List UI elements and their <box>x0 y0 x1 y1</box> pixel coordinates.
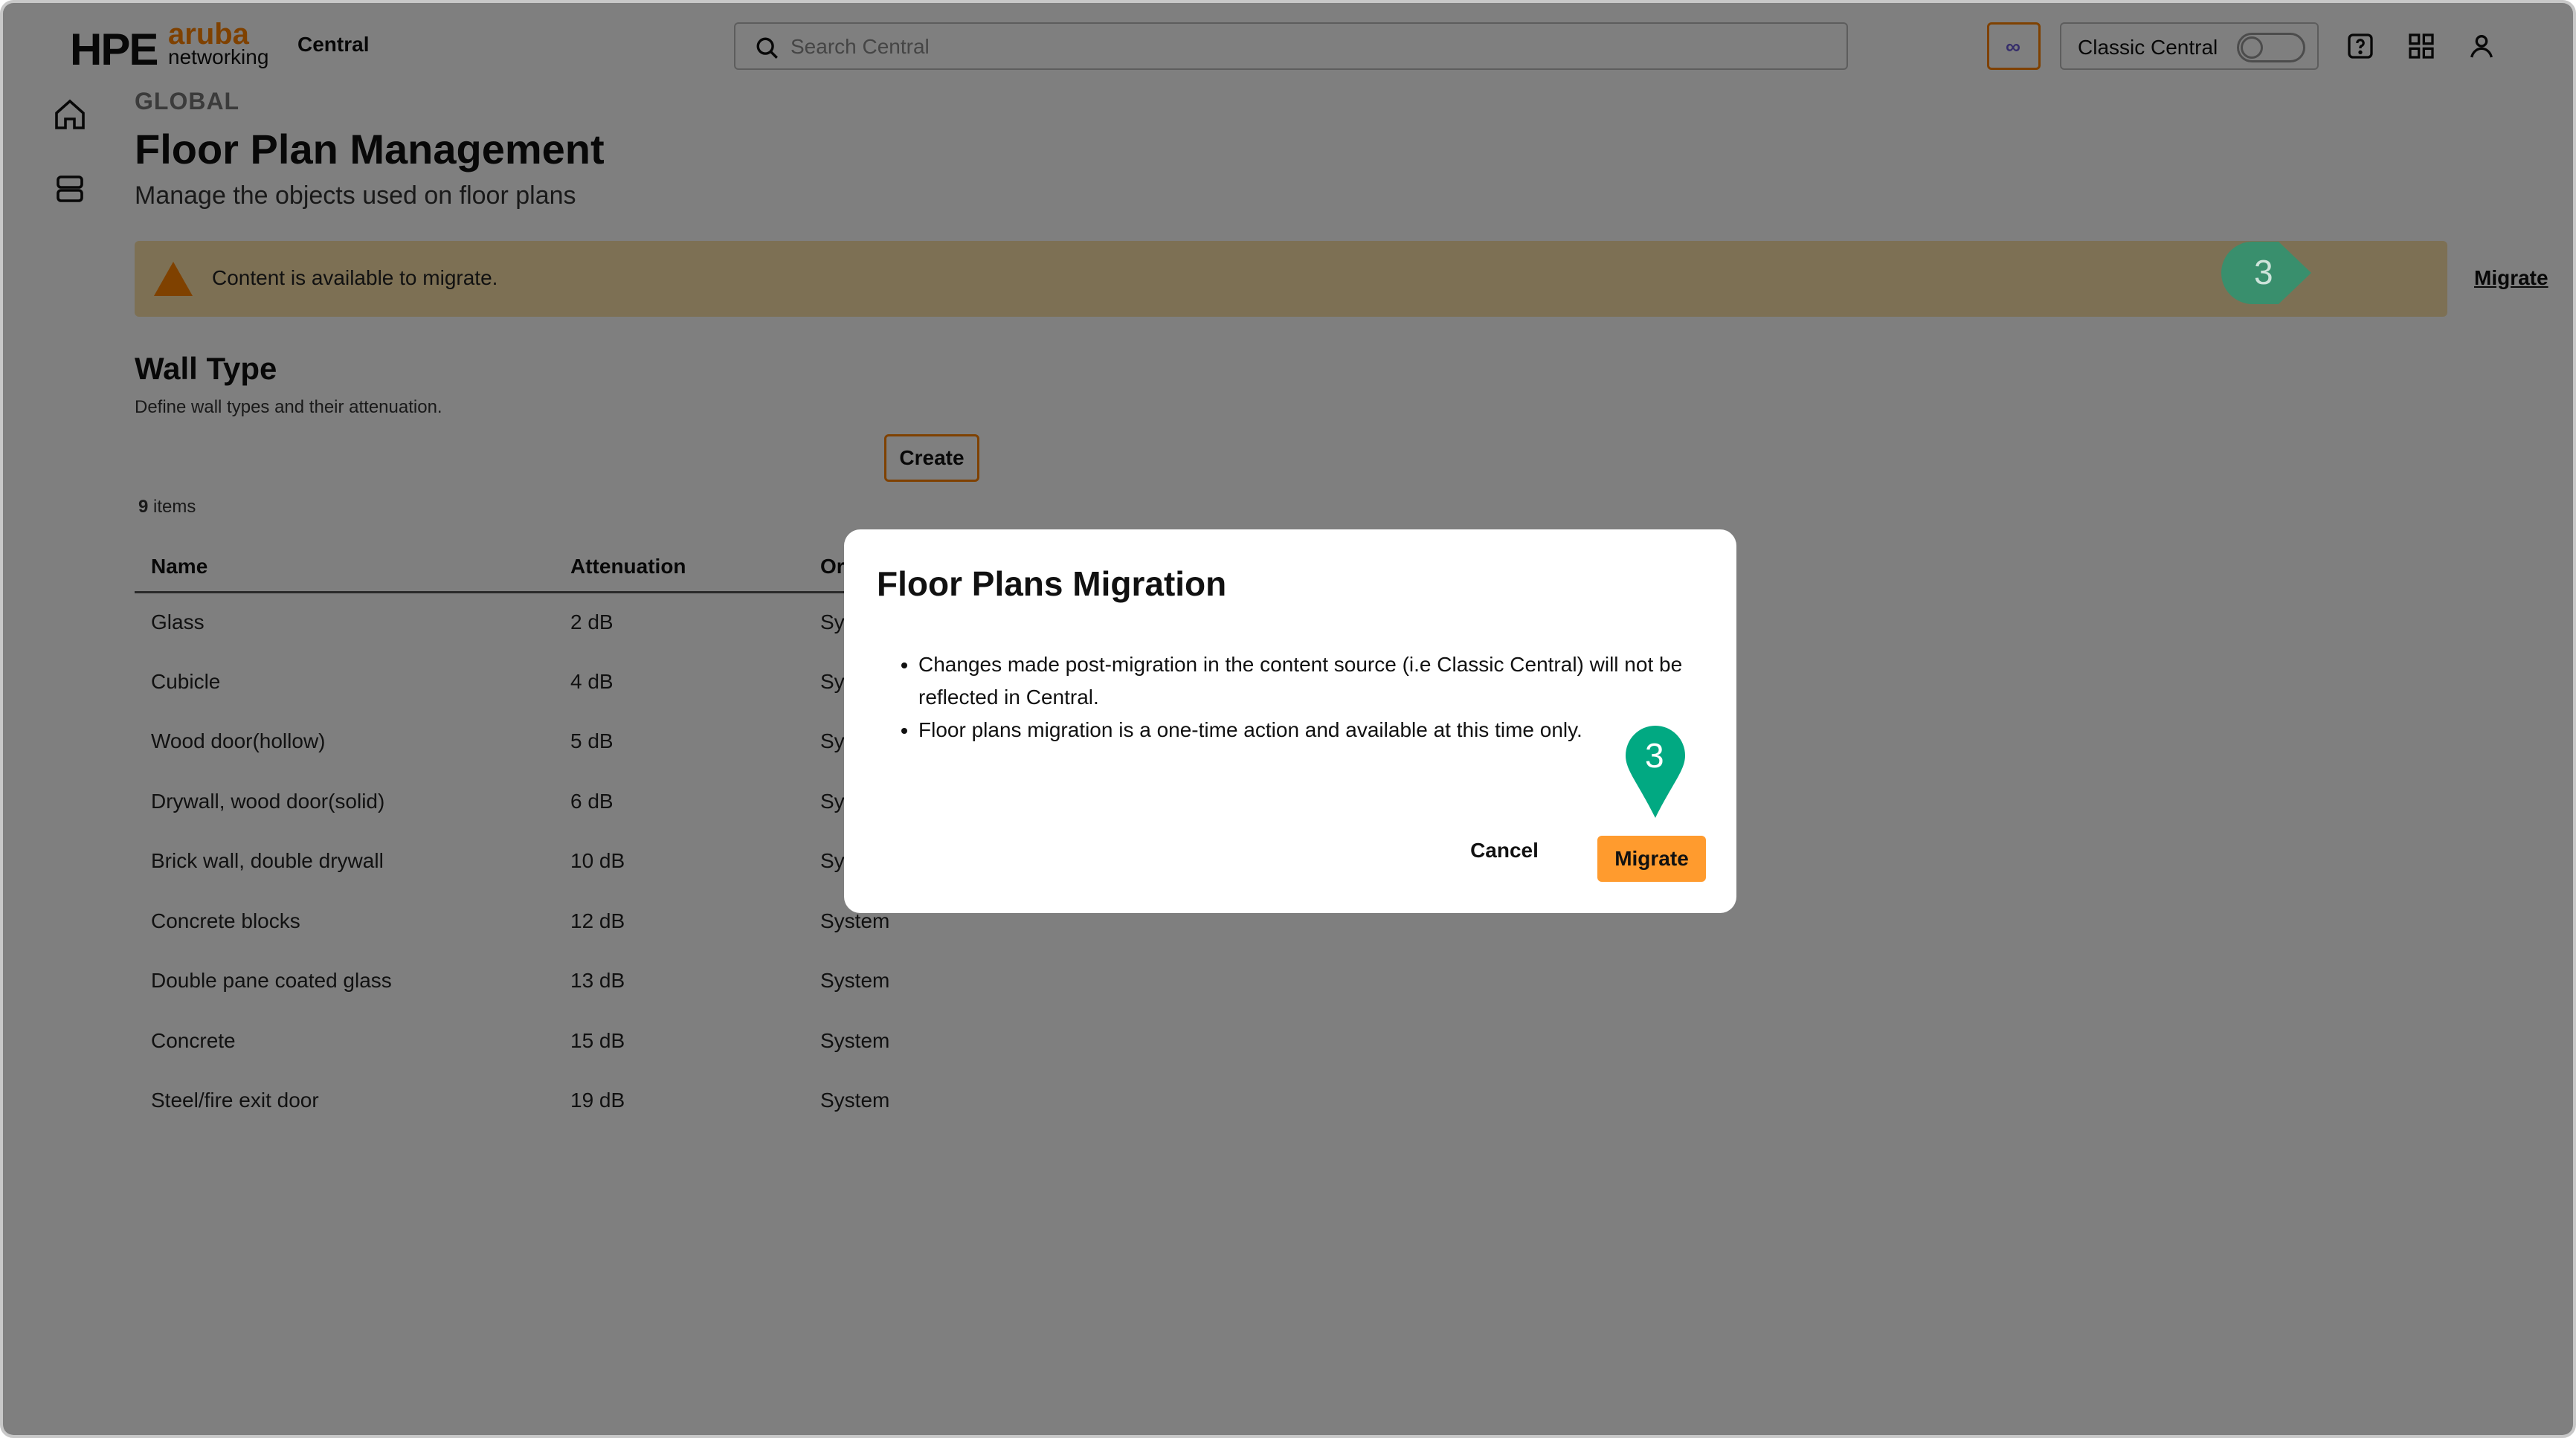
migrate-button[interactable]: Migrate <box>1597 836 1706 882</box>
dialog-bullet: Floor plans migration is a one-time acti… <box>918 714 1707 747</box>
pin-callout-number: 3 <box>1645 736 1664 775</box>
dialog-bullet: Changes made post-migration in the conte… <box>918 648 1707 714</box>
step-callout-pin: 3 <box>1626 726 1685 818</box>
banner-callout-number: 3 <box>2254 253 2273 291</box>
dialog-bullet-list: Changes made post-migration in the conte… <box>896 648 1707 747</box>
migration-dialog: Floor Plans Migration Changes made post-… <box>844 529 1736 913</box>
step-callout-arrow: 3 <box>2221 242 2311 304</box>
cancel-button[interactable]: Cancel <box>1469 834 1540 867</box>
dialog-title: Floor Plans Migration <box>877 564 1227 603</box>
app-window: HPE aruba networking Central ∞ Classic C… <box>0 0 2576 1438</box>
